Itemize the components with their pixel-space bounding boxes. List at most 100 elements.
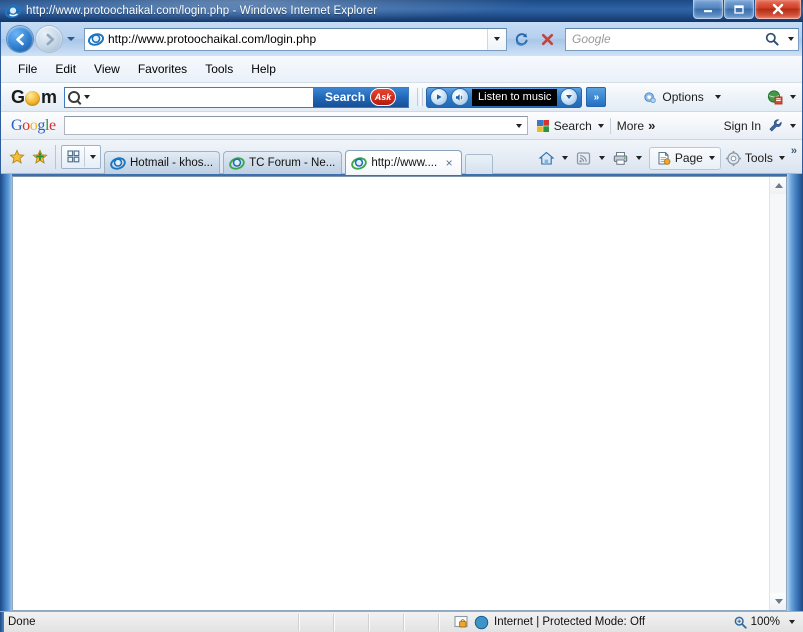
command-overflow-button[interactable]: » [791,145,797,157]
toolbar-grip[interactable] [417,88,424,106]
address-dropdown-button[interactable] [487,28,506,50]
gom-logo-g: G [11,86,25,107]
status-cell [335,614,368,631]
recent-pages-dropdown[interactable] [64,26,78,52]
gom-options-button[interactable]: Options [642,90,721,105]
gom-player-dropdown[interactable] [560,88,579,106]
protected-mode-icon [454,615,468,628]
internet-explorer-icon [110,157,126,170]
maximize-button[interactable] [724,0,754,19]
quick-tabs-group [61,144,101,169]
divider [609,117,611,134]
google-search-history-dropdown[interactable] [511,117,527,134]
browser-tab-tcforum[interactable]: TC Forum - Ne... [223,151,343,174]
gom-overflow-button[interactable]: » [586,87,607,107]
forward-button[interactable] [36,26,62,52]
chevron-down-icon [89,154,96,159]
menu-bar: File Edit View Favorites Tools Help [1,56,802,83]
print-dropdown[interactable] [632,154,646,162]
gom-search-button-label: Search [325,90,366,104]
feeds-button[interactable] [572,148,595,169]
chevron-down-icon[interactable] [789,620,795,624]
chevron-down-icon[interactable] [790,95,796,99]
add-to-favorites-icon[interactable] [32,149,48,165]
menu-item-help[interactable]: Help [242,59,285,79]
rss-feed-icon [576,151,590,165]
magnifier-icon [68,91,81,103]
chevron-down-icon[interactable] [790,123,796,128]
status-cell [405,614,438,631]
search-input[interactable]: Google [565,27,799,51]
chevron-down-icon [774,599,783,604]
internet-explorer-icon [229,157,245,170]
gom-search-input[interactable] [65,87,314,107]
google-search-button[interactable]: Search [536,119,604,133]
browser-tab-active[interactable]: http://www.... × [345,150,463,175]
star-icon[interactable] [9,149,25,165]
google-logo-letter: g [37,116,45,134]
tab-bar: Hotmail - khos... TC Forum - Ne... http:… [1,140,802,175]
tab-title: TC Forum - Ne... [249,157,336,169]
google-logo-letter: e [49,116,56,134]
volume-button[interactable] [451,88,470,106]
tab-list-dropdown[interactable] [84,146,100,167]
page-content[interactable] [13,177,769,610]
internet-explorer-icon [351,157,368,170]
status-cell [370,614,403,631]
chevron-down-icon [788,37,794,41]
gom-logo: G m [11,86,57,108]
minimize-button[interactable] [693,0,723,19]
google-search-icon [536,119,549,132]
security-zone-indicator[interactable]: Internet | Protected Mode: Off [454,615,645,630]
google-logo-letter: G [11,116,23,134]
zoom-control[interactable]: 100% [734,616,795,629]
menu-item-favorites[interactable]: Favorites [129,59,196,79]
play-button[interactable] [430,88,449,106]
menu-item-tools[interactable]: Tools [196,59,242,79]
menu-item-edit[interactable]: Edit [46,59,85,79]
feeds-dropdown[interactable] [595,154,609,162]
divider [55,144,56,169]
vertical-scrollbar[interactable] [769,177,786,610]
chevron-down-icon[interactable] [84,95,91,99]
printer-icon [613,151,628,165]
new-tab-button[interactable] [465,154,494,174]
search-provider-dropdown[interactable] [784,27,798,51]
browser-window: http://www.protoochaikal.com/login.php -… [0,0,803,632]
window-title: http://www.protoochaikal.com/login.php -… [26,5,378,17]
tools-menu-button[interactable]: Tools [721,148,789,169]
chevron-down-icon [566,95,573,99]
browser-tab-hotmail[interactable]: Hotmail - khos... [104,151,221,174]
google-signin-button[interactable]: Sign In [724,119,761,133]
gom-toolbar: G m Search Ask Listen to music » Options [1,83,802,112]
close-button[interactable] [755,0,801,19]
menu-item-view[interactable]: View [85,59,129,79]
chevron-down-icon [778,156,785,160]
internet-explorer-icon [88,33,104,46]
status-text: Done [8,616,36,628]
search-icon[interactable] [762,29,782,49]
gom-app-icon[interactable] [767,89,784,106]
page-menu-button[interactable]: Page [648,146,721,170]
home-dropdown[interactable] [558,154,572,162]
quick-tabs-grid-icon [66,150,79,163]
close-icon[interactable]: × [443,156,455,170]
refresh-button[interactable] [509,27,533,51]
quick-tabs-button[interactable] [62,147,84,167]
back-button[interactable] [7,26,33,52]
wrench-icon[interactable] [768,118,783,133]
gom-options-label: Options [662,90,704,104]
home-button[interactable] [535,148,558,169]
address-input[interactable]: http://www.protoochaikal.com/login.php [84,27,507,51]
menu-item-file[interactable]: File [9,59,46,79]
gom-search-button[interactable]: Search Ask [313,87,409,107]
google-more-button[interactable]: More » [617,118,656,133]
stop-button[interactable] [535,27,559,51]
gom-logo-orb-icon [25,90,41,106]
address-bar-row: http://www.protoochaikal.com/login.php G… [0,22,803,56]
scroll-up-button[interactable] [770,177,786,194]
scroll-down-button[interactable] [770,593,786,610]
print-button[interactable] [609,148,632,169]
tools-gear-icon [725,150,741,166]
google-search-input[interactable] [63,116,528,135]
